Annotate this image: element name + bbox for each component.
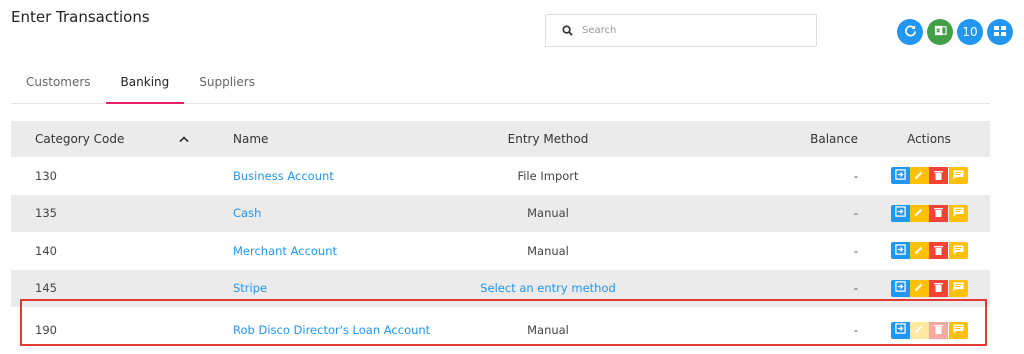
- category-code: 140: [35, 243, 57, 258]
- enter-button[interactable]: [890, 167, 910, 185]
- table-row: 130 Business Account File Import -: [11, 157, 990, 195]
- comment-icon: [953, 206, 964, 220]
- balance: -: [853, 168, 858, 183]
- edit-button[interactable]: [909, 279, 929, 297]
- account-name-link[interactable]: Stripe: [233, 281, 267, 295]
- excel-icon: [934, 24, 947, 40]
- enter-button[interactable]: [890, 242, 910, 260]
- comment-icon: [953, 244, 964, 258]
- enter-icon: [894, 169, 906, 183]
- row-actions: [890, 321, 968, 339]
- category-code: 135: [35, 206, 57, 221]
- enter-button[interactable]: [890, 321, 910, 339]
- account-name-link[interactable]: Cash: [233, 206, 261, 220]
- select-entry-method-link[interactable]: Select an entry method: [480, 281, 616, 295]
- row-actions: [890, 167, 968, 185]
- table-row: 190 Rob Disco Director's Loan Account Ma…: [11, 307, 990, 353]
- grid-icon: [994, 25, 1006, 39]
- tab-customers[interactable]: Customers: [11, 64, 106, 104]
- delete-button[interactable]: [928, 167, 948, 185]
- trash-icon: [933, 281, 943, 295]
- refresh-icon: [904, 24, 917, 40]
- entry-method: Manual: [527, 323, 569, 337]
- enter-button[interactable]: [890, 204, 910, 222]
- edit-button[interactable]: [909, 242, 929, 260]
- account-name-link[interactable]: Merchant Account: [233, 244, 337, 258]
- header-actions: Actions: [907, 132, 951, 146]
- comment-icon: [953, 281, 964, 295]
- edit-button[interactable]: [909, 321, 929, 339]
- trash-icon: [933, 206, 943, 220]
- table-row: 135 Cash Manual -: [11, 194, 990, 232]
- pencil-icon: [914, 323, 924, 337]
- balance: -: [853, 243, 858, 258]
- table-row: 140 Merchant Account Manual -: [11, 232, 990, 270]
- pencil-icon: [914, 206, 924, 220]
- note-button[interactable]: [948, 204, 968, 222]
- header-name: Name: [233, 132, 269, 146]
- tab-bar: Customers Banking Suppliers: [11, 64, 990, 104]
- header-category-code[interactable]: Category Code: [11, 132, 179, 146]
- entry-method: Manual: [527, 243, 569, 258]
- entry-method: Manual: [527, 206, 569, 221]
- delete-button[interactable]: [928, 242, 948, 260]
- balance: -: [853, 206, 858, 221]
- comment-icon: [953, 169, 964, 183]
- enter-icon: [894, 323, 906, 337]
- table-header: Category Code Name Entry Method Balance …: [11, 121, 990, 157]
- comment-icon: [953, 323, 964, 337]
- trash-icon: [933, 169, 943, 183]
- row-actions: [890, 204, 968, 222]
- header-balance: Balance: [810, 132, 858, 146]
- row-actions: [890, 242, 968, 260]
- header-entry-method: Entry Method: [507, 132, 589, 146]
- pencil-icon: [914, 169, 924, 183]
- entry-method: File Import: [517, 168, 579, 183]
- category-code: 145: [35, 281, 57, 296]
- account-name-link[interactable]: Business Account: [233, 169, 334, 183]
- pencil-icon: [914, 244, 924, 258]
- pencil-icon: [914, 281, 924, 295]
- balance: -: [853, 323, 858, 337]
- transactions-table: Category Code Name Entry Method Balance …: [11, 121, 990, 353]
- trash-icon: [933, 323, 943, 337]
- tab-banking[interactable]: Banking: [105, 64, 185, 104]
- chevron-up-icon: [179, 132, 189, 146]
- sort-button[interactable]: [179, 132, 233, 146]
- delete-button[interactable]: [928, 321, 948, 339]
- category-code: 130: [35, 168, 57, 183]
- category-code: 190: [35, 323, 57, 337]
- search-icon: [552, 25, 582, 36]
- refresh-button[interactable]: [897, 19, 923, 45]
- trash-icon: [933, 244, 943, 258]
- search-input[interactable]: [582, 25, 782, 36]
- top-actions: 10: [897, 19, 1013, 45]
- account-name-link[interactable]: Rob Disco Director's Loan Account: [233, 323, 430, 337]
- note-button[interactable]: [948, 242, 968, 260]
- page-title: Enter Transactions: [11, 8, 150, 26]
- enter-icon: [894, 244, 906, 258]
- edit-button[interactable]: [909, 204, 929, 222]
- note-button[interactable]: [948, 279, 968, 297]
- delete-button[interactable]: [928, 279, 948, 297]
- table-row: 145 Stripe Select an entry method -: [11, 269, 990, 307]
- enter-icon: [894, 206, 906, 220]
- tab-suppliers[interactable]: Suppliers: [184, 64, 270, 104]
- grid-view-button[interactable]: [987, 19, 1013, 45]
- search-box[interactable]: [545, 14, 817, 47]
- row-actions: [890, 279, 968, 297]
- edit-button[interactable]: [909, 167, 929, 185]
- enter-button[interactable]: [890, 279, 910, 297]
- excel-export-button[interactable]: [927, 19, 953, 45]
- note-button[interactable]: [948, 167, 968, 185]
- note-button[interactable]: [948, 321, 968, 339]
- page-size-button[interactable]: 10: [957, 19, 983, 45]
- balance: -: [853, 281, 858, 296]
- enter-icon: [894, 281, 906, 295]
- delete-button[interactable]: [928, 204, 948, 222]
